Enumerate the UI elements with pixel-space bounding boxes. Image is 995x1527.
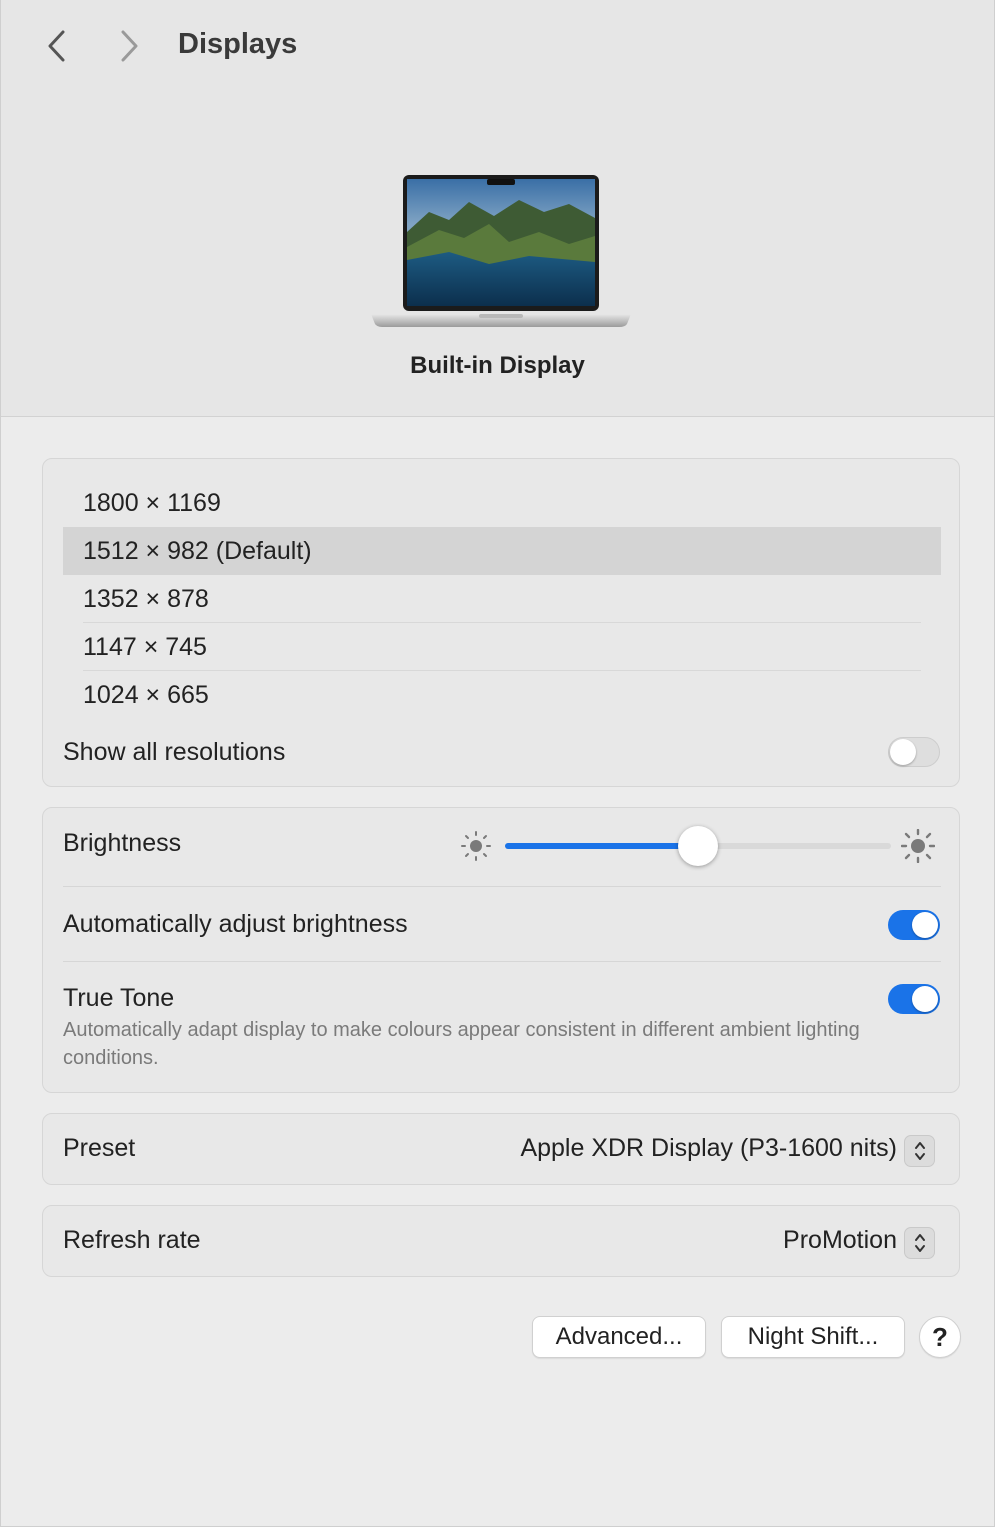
refresh-rate-popup-button[interactable]: [904, 1227, 935, 1259]
back-button[interactable]: [37, 26, 77, 66]
resolution-option[interactable]: 1024 × 665: [63, 671, 941, 719]
chevron-up-down-icon: [914, 1142, 925, 1160]
preset-popup-button[interactable]: [904, 1135, 935, 1167]
true-tone-toggle[interactable]: [888, 984, 940, 1014]
auto-brightness-toggle[interactable]: [888, 910, 940, 940]
preset-label: Preset: [63, 1134, 136, 1162]
chevron-left-icon: [48, 30, 65, 62]
help-button[interactable]: ?: [919, 1316, 961, 1358]
brightness-label: Brightness: [63, 829, 182, 857]
resolution-option[interactable]: 1800 × 1169: [63, 479, 941, 527]
resolution-list-card: 1800 × 1169 1512 × 982 (Default) 1352 × …: [42, 458, 960, 787]
show-all-resolutions-toggle[interactable]: [888, 737, 940, 767]
divider: [63, 886, 941, 887]
macbook-display-image: [371, 175, 631, 327]
brightness-slider-knob[interactable]: [678, 826, 718, 866]
page-title: Displays: [178, 28, 298, 60]
toggle-knob: [912, 986, 938, 1012]
refresh-rate-popup-value[interactable]: ProMotion: [783, 1226, 897, 1255]
resolution-option-selected[interactable]: 1512 × 982 (Default): [63, 527, 941, 575]
sun-small-icon: [461, 831, 491, 861]
true-tone-label: True Tone: [63, 984, 175, 1012]
preset-popup-value[interactable]: Apple XDR Display (P3-1600 nits): [520, 1134, 897, 1163]
chevron-up-down-icon: [914, 1234, 925, 1252]
chevron-right-icon: [121, 30, 138, 62]
brightness-slider[interactable]: [505, 826, 891, 866]
divider: [63, 961, 941, 962]
night-shift-button[interactable]: Night Shift...: [721, 1316, 905, 1358]
refresh-rate-label: Refresh rate: [63, 1226, 201, 1254]
auto-brightness-label: Automatically adjust brightness: [63, 910, 408, 938]
brightness-slider-fill: [505, 843, 698, 849]
show-all-resolutions-label: Show all resolutions: [63, 738, 286, 766]
toggle-knob: [890, 739, 916, 765]
sun-large-icon: [901, 829, 935, 863]
advanced-button[interactable]: Advanced...: [532, 1316, 706, 1358]
display-name-label: Built-in Display: [410, 352, 585, 379]
resolution-option[interactable]: 1147 × 745: [63, 623, 941, 671]
displays-settings-window: Displays Built-in Display 1800 × 1169 15…: [0, 0, 995, 1527]
brightness-card: Brightness Automatically adjust brightne…: [42, 807, 960, 1093]
preset-card: Preset Apple XDR Display (P3-1600 nits): [42, 1113, 960, 1185]
toggle-knob: [912, 912, 938, 938]
resolution-option[interactable]: 1352 × 878: [63, 575, 941, 623]
refresh-rate-card: Refresh rate ProMotion: [42, 1205, 960, 1277]
true-tone-description: Automatically adapt display to make colo…: [63, 1019, 860, 1069]
forward-button[interactable]: [109, 26, 149, 66]
display-header: Displays Built-in Display: [1, 0, 994, 417]
